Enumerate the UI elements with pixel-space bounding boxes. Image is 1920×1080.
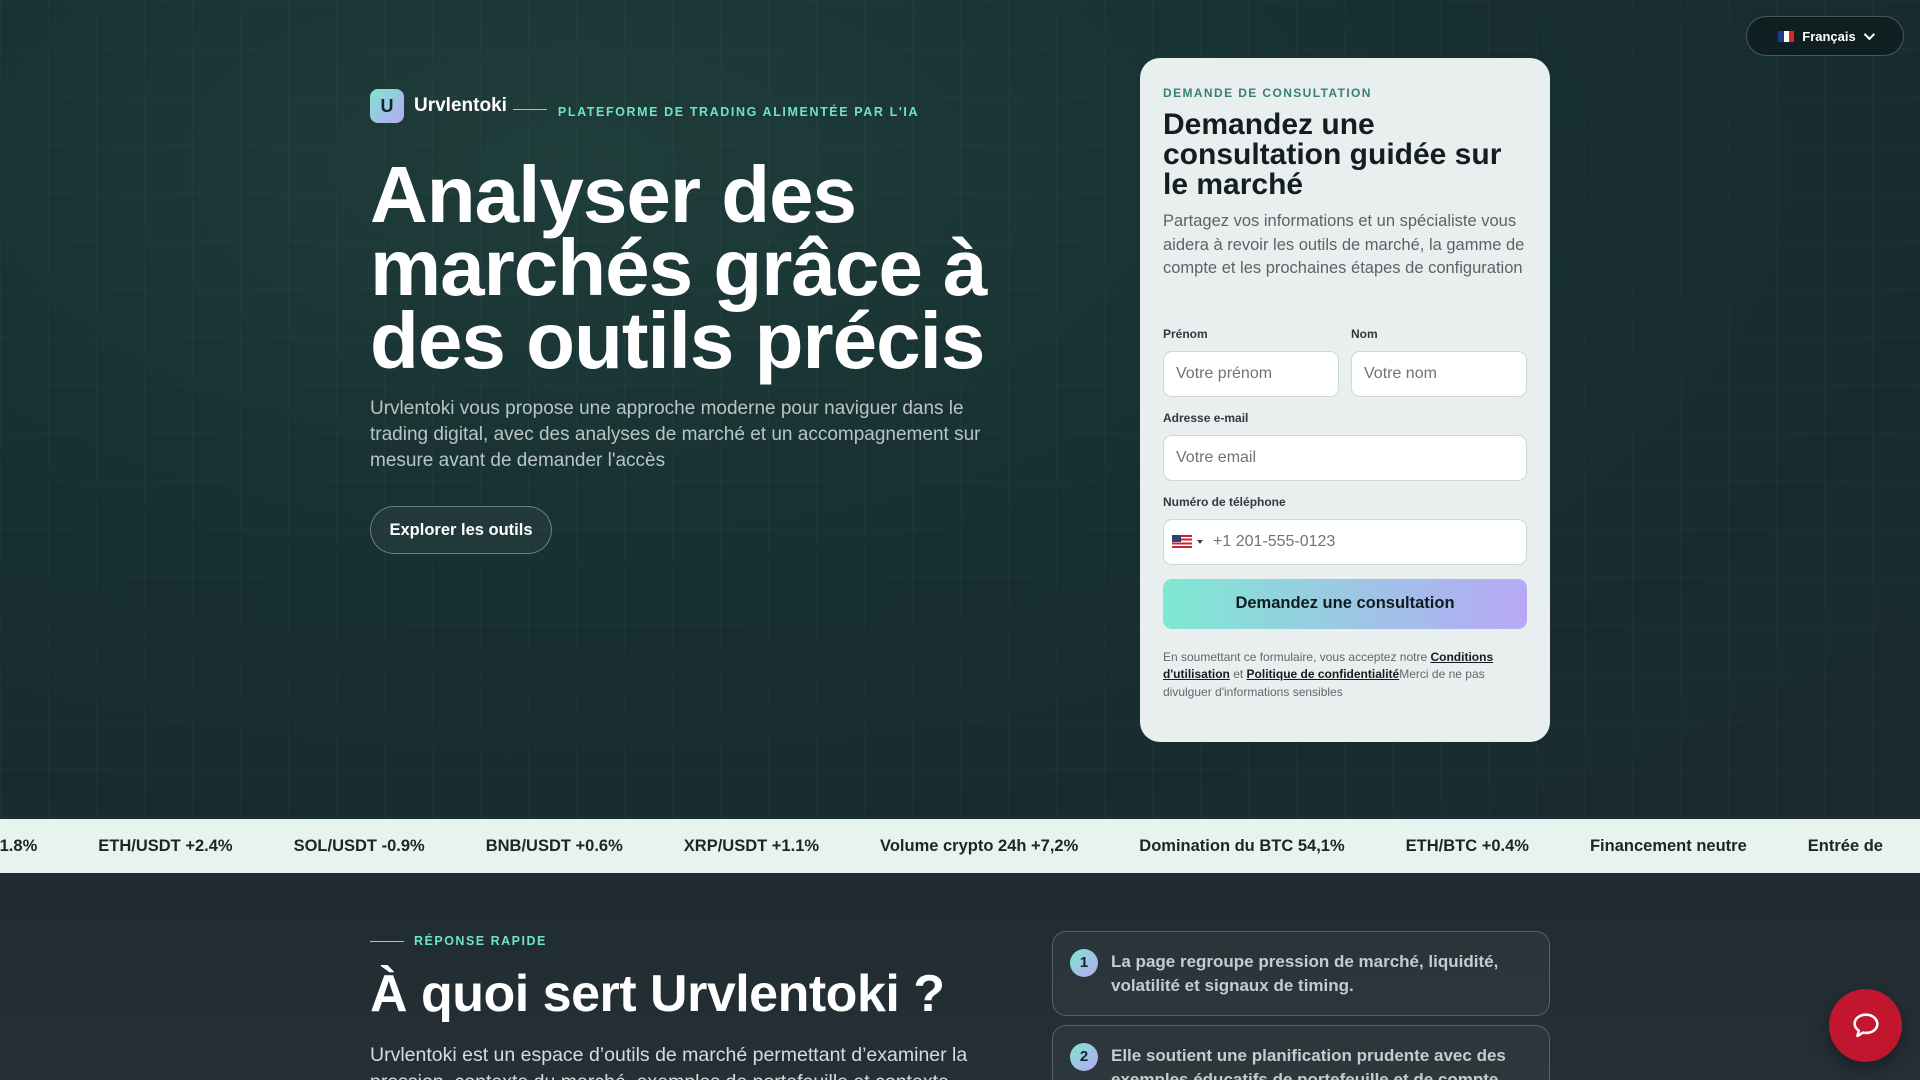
legal-notice: En soumettant ce formulaire, vous accept… [1163,649,1527,702]
us-flag-icon[interactable] [1172,535,1192,548]
caret-down-icon[interactable] [1197,539,1203,544]
ticker-item: Entrée de [1807,836,1883,855]
brand-divider [512,108,547,110]
ticker-item: BNB/USDT +0.6% [485,836,623,855]
brand-tagline: PLATEFORME DE TRADING ALIMENTÉE PAR L'IA [557,105,920,119]
step-number: 2 [1070,1043,1098,1071]
ticker-item: ETH/USDT +2.4% [98,836,233,855]
legal-prefix: En soumettant ce formulaire, vous accept… [1163,649,1431,664]
hero-lead: Urvlentoki vous propose une approche mod… [370,398,981,471]
quick-title: À quoi sert Urvlentoki ? [370,965,945,1023]
quick-eyebrow-text: RÉPONSE RAPIDE [414,934,547,948]
phone-label: Numéro de téléphone [1163,494,1286,509]
phone-input[interactable] [1213,519,1526,564]
quick-card-text: Elle soutient une planification prudente… [1111,1046,1506,1080]
first-name-input[interactable] [1163,350,1339,397]
quick-card-2: 2 Elle soutient une planification pruden… [1052,1025,1550,1080]
quick-eyebrow: RÉPONSE RAPIDE [370,934,547,948]
ticker-item: Financement neutre [1589,836,1747,855]
chat-bubble-icon [1852,1012,1879,1037]
consultation-form: DEMANDE DE CONSULTATION Demandez une con… [1140,58,1550,742]
market-ticker: +1.8% ETH/USDT +2.4% SOL/USDT -0.9% BNB/… [0,819,1920,873]
hero-headline: Analyser des marchés grâce à des outils … [370,150,988,385]
brand-name: Urvlentoki [414,95,507,116]
brand: U Urvlentoki PLATEFORME DE TRADING ALIME… [370,89,919,123]
last-name-input[interactable] [1351,350,1527,397]
legal-and: et [1229,667,1247,681]
email-label: Adresse e-mail [1163,410,1249,425]
first-name-label: Prénom [1163,326,1208,341]
form-description: Partagez vos informations et un spéciali… [1163,212,1525,277]
email-input[interactable] [1163,434,1527,481]
ticker-item: Volume crypto 24h +7,2% [880,836,1079,855]
phone-field [1163,518,1527,565]
submit-consultation-button[interactable]: Demandez une consultation [1163,578,1527,629]
quick-card-text: La page regroupe pression de marché, liq… [1111,952,1499,995]
ticker-item: XRP/USDT +1.1% [683,836,820,855]
ticker-item: SOL/USDT -0.9% [293,836,425,855]
last-name-label: Nom [1351,326,1378,341]
chevron-down-icon [1863,28,1875,41]
privacy-link[interactable]: Politique de confidentialité [1247,667,1400,681]
logo: U [370,89,404,123]
quick-card-1: 1 La page regroupe pression de marché, l… [1052,931,1550,1016]
ticker-item: +1.8% [0,836,38,855]
france-flag-icon [1778,30,1795,42]
chat-button[interactable] [1829,989,1902,1062]
language-label: Français [1802,28,1856,44]
explore-tools-button[interactable]: Explorer les outils [370,506,552,554]
form-title: Demandez une consultation guidée sur le … [1163,108,1502,201]
language-selector[interactable]: Français [1746,16,1904,56]
form-eyebrow: DEMANDE DE CONSULTATION [1163,86,1372,100]
ticker-item: ETH/BTC +0.4% [1405,836,1529,855]
ticker-item: Domination du BTC 54,1% [1139,836,1345,855]
quick-text: Urvlentoki est un espace d’outils de mar… [370,1044,968,1080]
step-number: 1 [1070,949,1098,977]
